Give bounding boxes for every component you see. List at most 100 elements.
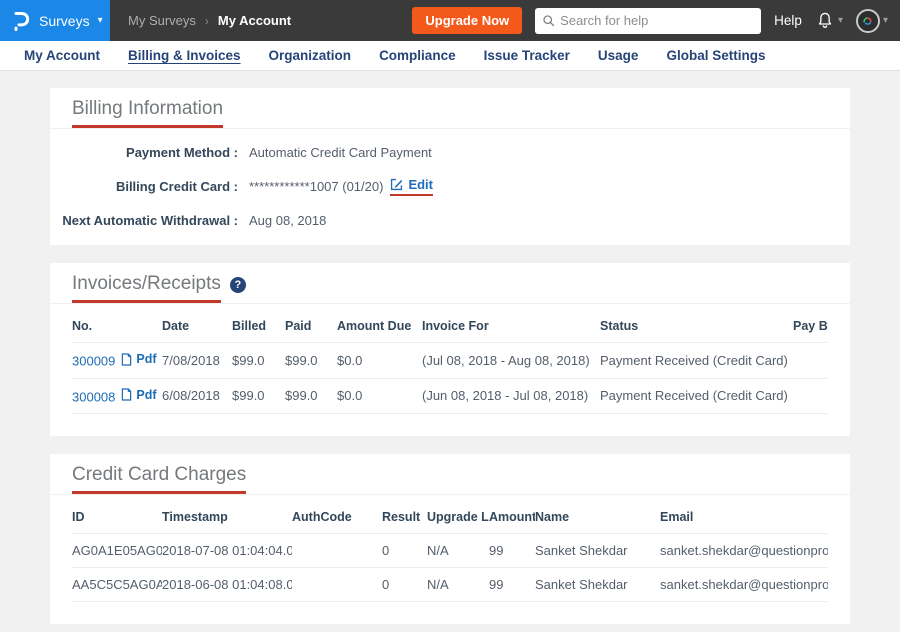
header-actions: Upgrade Now Help ▾: [412, 0, 900, 41]
cell-no: 300009 Pdf: [72, 343, 162, 379]
product-switcher[interactable]: Surveys ▾: [0, 0, 110, 41]
invoices-header-row: No. Date Billed Paid Amount Due Invoice …: [72, 310, 828, 343]
chevron-down-icon: ▾: [838, 16, 843, 26]
account-menu-button[interactable]: ▾: [856, 9, 888, 33]
cell-result: 0: [382, 534, 427, 568]
pdf-link-label: Pdf: [136, 388, 156, 402]
invoices-receipts-card: Invoices/Receipts ? No. Date Billed Paid…: [50, 263, 850, 436]
edit-credit-card-link[interactable]: Edit: [390, 177, 433, 196]
cell-amount-due: $0.0: [337, 378, 422, 414]
invoice-row: 300009Pdf 7/08/2018 $99.0 $99.0 $0.0 (Ju…: [72, 343, 828, 379]
cell-amount: 99: [489, 568, 535, 602]
col-amount: Amount: [489, 501, 535, 534]
edit-pencil-icon: [390, 178, 403, 191]
cell-authcode: [292, 534, 382, 568]
upgrade-now-button[interactable]: Upgrade Now: [412, 7, 522, 34]
pdf-file-icon: [121, 353, 132, 366]
next-withdrawal-value: Aug 08, 2018: [249, 213, 326, 228]
charge-row: AA5C5C5AG0A 2018-06-08 01:04:08.0 0 N/A …: [72, 568, 828, 602]
help-search-box[interactable]: [535, 8, 761, 34]
cell-paid: $99.0: [285, 378, 337, 414]
breadcrumb: My Surveys › My Account: [128, 0, 291, 41]
cell-name: Sanket Shekdar: [535, 534, 660, 568]
cell-id: AG0A1E05AG0A: [72, 534, 162, 568]
cell-paid: $99.0: [285, 343, 337, 379]
pdf-link-label: Pdf: [136, 352, 156, 366]
pdf-link[interactable]: Pdf: [121, 352, 156, 366]
cell-no: 300008 Pdf: [72, 378, 162, 414]
col-result: Result: [382, 501, 427, 534]
col-no: No.: [72, 310, 162, 343]
cell-status: Payment Received (Credit Card): [600, 343, 793, 379]
payment-method-row: Payment Method : Automatic Credit Card P…: [50, 135, 850, 169]
billing-credit-card-row: Billing Credit Card : ************1007 (…: [50, 169, 850, 203]
tab-issue-tracker[interactable]: Issue Tracker: [470, 48, 584, 63]
pdf-file-icon: [121, 388, 132, 401]
payment-method-label: Payment Method :: [50, 145, 238, 160]
cell-amount: 99: [489, 534, 535, 568]
col-amount-due: Amount Due: [337, 310, 422, 343]
questionpro-logo-icon: [11, 10, 31, 32]
cell-billed: $99.0: [232, 378, 285, 414]
chevron-down-icon: ▾: [98, 16, 103, 26]
credit-card-charges-title: Credit Card Charges: [72, 464, 246, 494]
pdf-link[interactable]: Pdf: [121, 388, 156, 402]
invoice-number-link[interactable]: 300009: [72, 354, 115, 369]
next-withdrawal-label: Next Automatic Withdrawal :: [50, 213, 238, 228]
tab-global-settings[interactable]: Global Settings: [652, 48, 779, 63]
col-authcode: AuthCode: [292, 501, 382, 534]
help-link[interactable]: Help: [774, 13, 802, 28]
billing-information-title: Billing Information: [72, 98, 223, 128]
cell-upgrade-level: N/A: [427, 534, 489, 568]
cell-amount-due: $0.0: [337, 343, 422, 379]
col-pay-by: Pay By: [793, 310, 828, 343]
billing-information-card: Billing Information Payment Method : Aut…: [50, 88, 850, 245]
search-icon: [542, 14, 555, 27]
charges-header-row: ID Timestamp AuthCode Result Upgrade Lev…: [72, 501, 828, 534]
cell-date: 6/08/2018: [162, 378, 232, 414]
tab-billing-invoices[interactable]: Billing & Invoices: [114, 48, 255, 63]
col-status: Status: [600, 310, 793, 343]
help-circle-icon[interactable]: ?: [230, 277, 246, 293]
main-content: Billing Information Payment Method : Aut…: [0, 71, 900, 624]
billing-credit-card-value: ************1007 (01/20): [249, 179, 383, 194]
col-id: ID: [72, 501, 162, 534]
billing-credit-card-label: Billing Credit Card :: [50, 179, 238, 194]
cell-upgrade-level: N/A: [427, 568, 489, 602]
cell-invoice-for: (Jul 08, 2018 - Aug 08, 2018): [422, 343, 600, 379]
cell-authcode: [292, 568, 382, 602]
search-input[interactable]: [560, 13, 754, 28]
cell-pay-by: [793, 378, 828, 414]
avatar: [856, 9, 880, 33]
col-upgrade-level: Upgrade Level: [427, 501, 489, 534]
breadcrumb-separator-icon: ›: [205, 14, 209, 28]
cell-invoice-for: (Jun 08, 2018 - Jul 08, 2018): [422, 378, 600, 414]
tab-compliance[interactable]: Compliance: [365, 48, 470, 63]
col-paid: Paid: [285, 310, 337, 343]
tab-organization[interactable]: Organization: [255, 48, 366, 63]
breadcrumb-current: My Account: [218, 13, 291, 28]
invoice-number-link[interactable]: 300008: [72, 389, 115, 404]
bell-icon: [815, 10, 835, 31]
notifications-button[interactable]: ▾: [815, 10, 843, 31]
invoices-receipts-title: Invoices/Receipts: [72, 273, 221, 303]
charge-row: AG0A1E05AG0A 2018-07-08 01:04:04.0 0 N/A…: [72, 534, 828, 568]
cell-id: AA5C5C5AG0A: [72, 568, 162, 602]
tab-my-account[interactable]: My Account: [10, 48, 114, 63]
next-withdrawal-row: Next Automatic Withdrawal : Aug 08, 2018: [50, 203, 850, 237]
cell-timestamp: 2018-06-08 01:04:08.0: [162, 568, 292, 602]
chevron-down-icon: ▾: [883, 16, 888, 26]
cell-pay-by: [793, 343, 828, 379]
tab-usage[interactable]: Usage: [584, 48, 653, 63]
col-email: Email: [660, 501, 828, 534]
invoices-table: No. Date Billed Paid Amount Due Invoice …: [72, 310, 828, 414]
col-name: Name: [535, 501, 660, 534]
col-billed: Billed: [232, 310, 285, 343]
cell-timestamp: 2018-07-08 01:04:04.0: [162, 534, 292, 568]
cell-name: Sanket Shekdar: [535, 568, 660, 602]
payment-method-value: Automatic Credit Card Payment: [249, 145, 432, 160]
account-nav: My Account Billing & Invoices Organizati…: [0, 41, 900, 71]
breadcrumb-parent-link[interactable]: My Surveys: [128, 13, 196, 28]
cell-status: Payment Received (Credit Card): [600, 378, 793, 414]
col-date: Date: [162, 310, 232, 343]
